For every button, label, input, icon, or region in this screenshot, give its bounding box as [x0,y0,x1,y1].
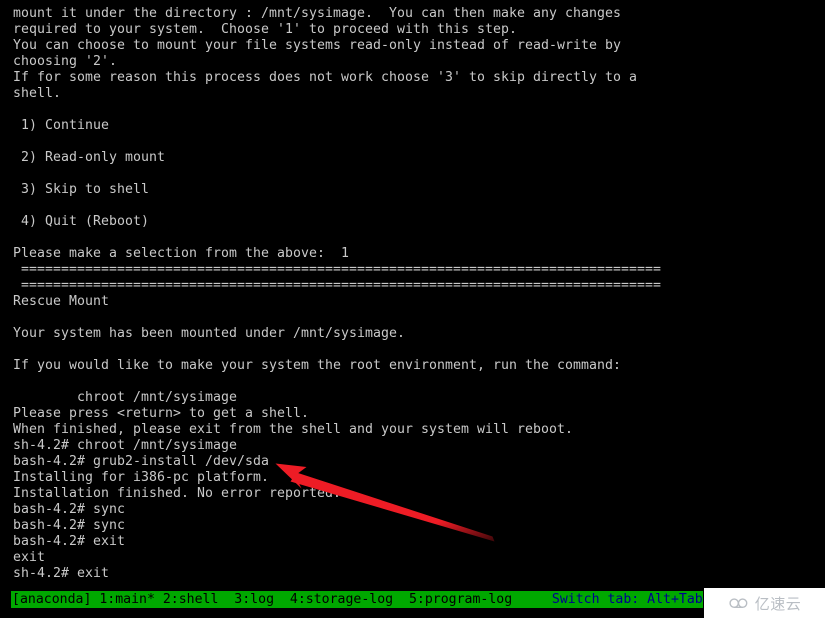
console-line: exit [13,550,45,565]
menu-option-read-only-mount[interactable]: 2) Read-only mount [13,150,825,166]
shell-command-exit: bash-4.2# exit [13,534,125,549]
separator-rule: ========================================… [13,262,661,277]
menu-option-continue[interactable]: 1) Continue [13,118,825,134]
watermark-text: 亿速云 [754,594,802,613]
chroot-command-hint: chroot /mnt/sysimage [13,390,237,405]
cloud-icon [729,598,748,608]
terminal-screen: mount it under the directory : /mnt/sysi… [0,0,825,618]
menu-option-quit-reboot[interactable]: 4) Quit (Reboot) [13,214,825,230]
shell-command-sync: bash-4.2# sync [13,518,125,533]
console-line: Please press <return> to get a shell. [13,406,309,421]
separator-rule: ========================================… [13,278,661,293]
shell-command-chroot: sh-4.2# chroot /mnt/sysimage [13,438,237,453]
watermark: 亿速云 [704,588,825,618]
console-line: You can choose to mount your file system… [13,38,621,53]
status-bar-switch-tab-hint: Switch tab: Alt+Tab [551,592,703,607]
console-line: When finished, please exit from the shel… [13,422,573,437]
selection-prompt[interactable]: Please make a selection from the above: … [13,246,825,262]
console-line: Installing for i386-pc platform. [13,470,269,485]
console-line: Your system has been mounted under /mnt/… [13,326,405,341]
console-line: required to your system. Choose '1' to p… [13,22,517,37]
section-title-rescue-mount: Rescue Mount [13,294,109,309]
shell-command-sync: bash-4.2# sync [13,502,125,517]
console-line: choosing '2'. [13,54,117,69]
status-bar-tabs[interactable]: [anaconda] 1:main* 2:shell 3:log 4:stora… [12,592,552,607]
console-line: If you would like to make your system th… [13,358,621,373]
shell-command-exit: sh-4.2# exit [13,566,109,581]
console-output: mount it under the directory : /mnt/sysi… [0,0,825,582]
status-bar: [anaconda] 1:main* 2:shell 3:log 4:stora… [11,591,703,608]
console-line: If for some reason this process does not… [13,70,637,85]
console-line: mount it under the directory : /mnt/sysi… [13,6,621,21]
shell-command-grub2-install: bash-4.2# grub2-install /dev/sda [13,454,269,469]
console-line: shell. [13,86,61,101]
console-line: Installation finished. No error reported… [13,486,341,501]
menu-option-skip-to-shell[interactable]: 3) Skip to shell [13,182,825,198]
